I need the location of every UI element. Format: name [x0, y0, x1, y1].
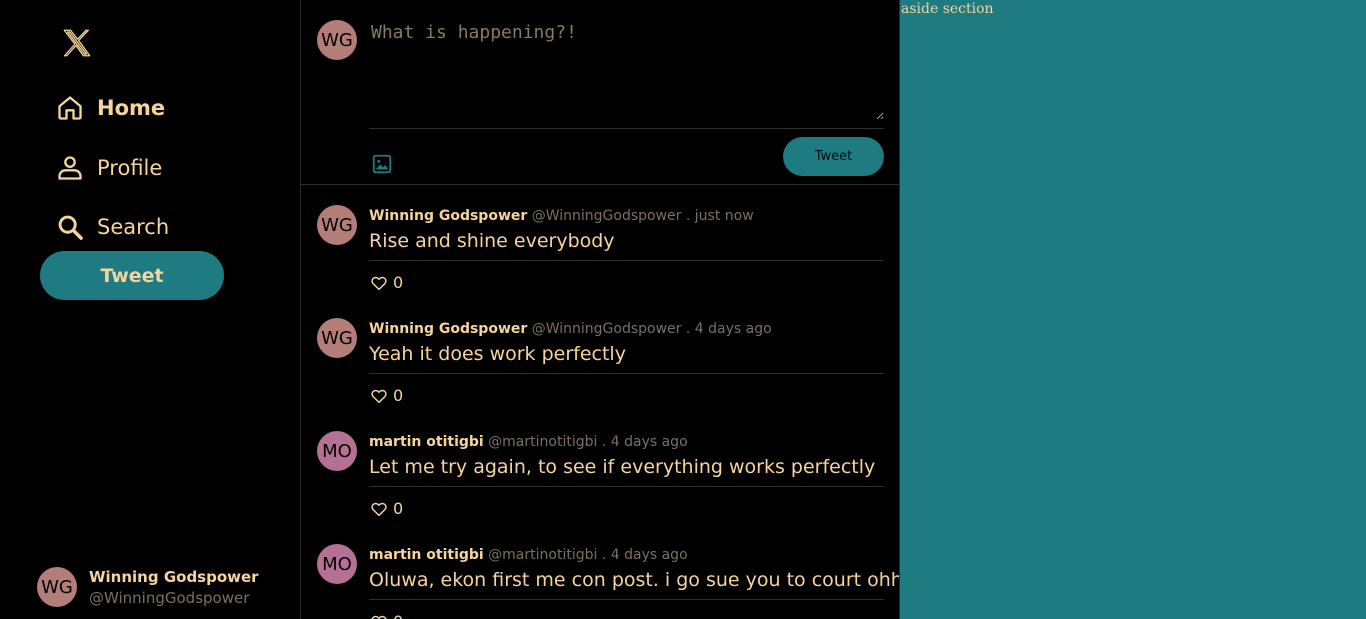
- heart-icon: [371, 389, 387, 403]
- like-button[interactable]: 0: [370, 499, 403, 518]
- tweet-text: Rise and shine everybody: [369, 230, 615, 252]
- avatar: WG: [317, 20, 357, 60]
- aside-section: aside section: [900, 0, 1366, 619]
- tweet-text: Oluwa, ekon first me con post. i go sue …: [369, 569, 900, 591]
- tweet-handle[interactable]: @WinningGodspower: [532, 321, 682, 337]
- tweet-item: WG Winning Godspower @WinningGodspower .…: [301, 298, 899, 411]
- tweet-meta: Winning Godspower @WinningGodspower . ju…: [369, 208, 754, 224]
- like-count: 0: [393, 612, 403, 619]
- nav-profile-label: Profile: [97, 156, 163, 180]
- divider: [369, 128, 884, 129]
- like-button[interactable]: 0: [370, 612, 403, 619]
- nav-search-label: Search: [97, 215, 170, 239]
- tweet-handle[interactable]: @WinningGodspower: [532, 208, 682, 224]
- account-name: Winning Godspower: [89, 567, 259, 586]
- home-icon: [55, 93, 85, 123]
- tweet-text: Let me try again, to see if everything w…: [369, 456, 876, 478]
- avatar: WG: [37, 567, 77, 607]
- main-feed: WG Tweet WG Winning Godspower @WinningGo…: [300, 0, 900, 619]
- aside-label: aside section: [901, 1, 994, 17]
- tweet-time: . 4 days ago: [685, 321, 772, 337]
- like-button[interactable]: 0: [370, 386, 403, 405]
- divider: [369, 599, 884, 600]
- tweet-time: . 4 days ago: [601, 547, 688, 563]
- avatar: WG: [317, 318, 357, 358]
- tweet-handle[interactable]: @martinotitigbi: [488, 434, 597, 450]
- heart-icon: [371, 276, 387, 290]
- tweet-text: Yeah it does work perfectly: [369, 343, 626, 365]
- search-icon: [55, 212, 85, 242]
- account-switcher[interactable]: WG Winning Godspower @WinningGodspower: [37, 567, 259, 607]
- x-logo-icon[interactable]: [60, 26, 94, 60]
- divider: [369, 486, 884, 487]
- tweet-time: . 4 days ago: [601, 434, 688, 450]
- tweet-item: MO martin otitigbi @martinotitigbi . 4 d…: [301, 524, 899, 619]
- tweet-item: WG Winning Godspower @WinningGodspower .…: [301, 185, 899, 298]
- tweet-meta: Winning Godspower @WinningGodspower . 4 …: [369, 321, 772, 337]
- heart-icon: [371, 615, 387, 619]
- nav-search[interactable]: Search: [55, 207, 169, 247]
- post-tweet-button[interactable]: Tweet: [783, 137, 884, 176]
- like-count: 0: [393, 386, 404, 405]
- nav-home[interactable]: Home: [55, 88, 165, 128]
- tweet-author[interactable]: Winning Godspower: [369, 208, 527, 224]
- tweet-time: . just now: [685, 208, 754, 224]
- tweet-meta: martin otitigbi @martinotitigbi . 4 days…: [369, 547, 688, 563]
- avatar: WG: [317, 205, 357, 245]
- tweet-handle[interactable]: @martinotitigbi: [488, 547, 597, 563]
- account-handle: @WinningGodspower: [89, 588, 250, 607]
- like-count: 0: [393, 499, 404, 518]
- like-button[interactable]: 0: [370, 273, 403, 292]
- like-count: 0: [393, 273, 404, 292]
- left-sidebar: Home Profile Search Tweet WG Winning God…: [0, 0, 300, 619]
- tweet-author[interactable]: Winning Godspower: [369, 321, 527, 337]
- tweet-meta: martin otitigbi @martinotitigbi . 4 days…: [369, 434, 688, 450]
- nav-home-label: Home: [97, 96, 166, 120]
- heart-icon: [371, 502, 387, 516]
- tweet-composer: WG Tweet: [301, 0, 899, 185]
- tweet-input[interactable]: [369, 20, 884, 120]
- avatar: MO: [317, 544, 357, 584]
- image-icon[interactable]: [371, 153, 393, 175]
- divider: [369, 373, 884, 374]
- sidebar-tweet-button[interactable]: Tweet: [40, 251, 224, 300]
- divider: [369, 260, 884, 261]
- tweet-item: MO martin otitigbi @martinotitigbi . 4 d…: [301, 411, 899, 524]
- user-icon: [55, 153, 85, 183]
- tweet-author[interactable]: martin otitigbi: [369, 434, 484, 450]
- avatar: MO: [317, 431, 357, 471]
- tweet-author[interactable]: martin otitigbi: [369, 547, 484, 563]
- nav-profile[interactable]: Profile: [55, 148, 162, 188]
